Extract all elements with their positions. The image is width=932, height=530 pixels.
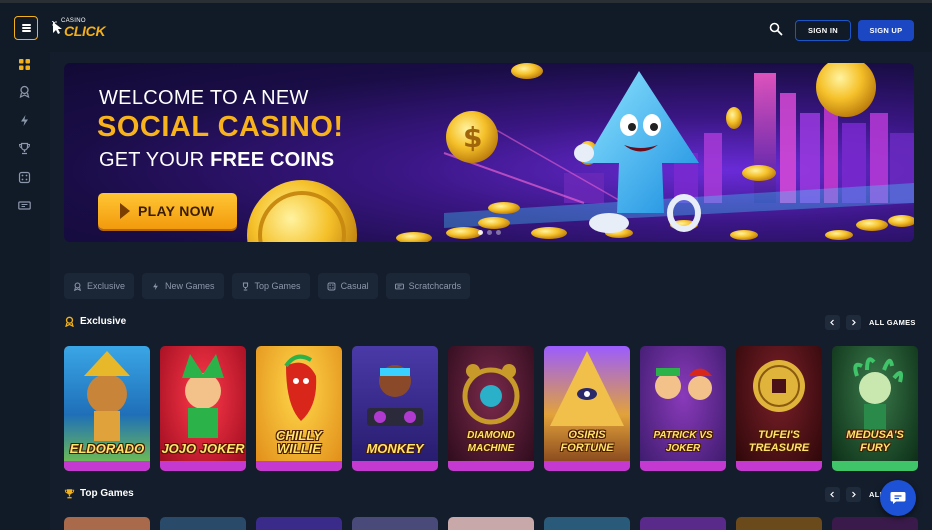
trophy-icon bbox=[242, 282, 248, 290]
game-title: CHILLY WILLIE bbox=[276, 428, 322, 456]
play-now-label: PLAY NOW bbox=[138, 203, 215, 219]
carousel-dot[interactable] bbox=[478, 230, 483, 235]
game-title: MEDUSA'S FURY bbox=[846, 429, 904, 454]
trophy-icon bbox=[64, 489, 75, 499]
chevron-left-icon bbox=[830, 319, 834, 326]
game-tile-diamond-machine[interactable]: DIAMOND MACHINE bbox=[448, 346, 534, 471]
filter-exclusive[interactable]: Exclusive bbox=[64, 273, 135, 299]
exclusive-games-row: ELDORADO JOJO JOKER CHILLY WILLIE MONKEY… bbox=[64, 346, 918, 471]
game-title: MONKEY bbox=[366, 441, 424, 456]
ticket-icon[interactable] bbox=[18, 199, 31, 212]
carousel-dots bbox=[478, 230, 501, 235]
prev-button[interactable] bbox=[825, 315, 840, 330]
play-now-button[interactable]: PLAY NOW bbox=[98, 193, 237, 229]
menu-button[interactable] bbox=[14, 16, 38, 40]
game-tile[interactable] bbox=[160, 517, 246, 530]
carousel-dot[interactable] bbox=[496, 230, 501, 235]
lightning-icon[interactable] bbox=[18, 114, 31, 127]
search-icon[interactable] bbox=[769, 22, 783, 36]
game-tile-medusas-fury[interactable]: MEDUSA'S FURY bbox=[832, 346, 918, 471]
game-tile[interactable] bbox=[352, 517, 438, 530]
play-icon bbox=[120, 203, 130, 219]
lightning-icon bbox=[153, 282, 158, 290]
section-title: Top Games bbox=[80, 488, 134, 499]
hero-line-1: WELCOME TO A NEW bbox=[99, 87, 309, 109]
sidebar bbox=[0, 52, 50, 530]
hero-line-3-bold: FREE COINS bbox=[210, 149, 335, 171]
dice-icon[interactable] bbox=[18, 171, 31, 184]
carousel-dot[interactable] bbox=[487, 230, 492, 235]
game-title: ELDORADO bbox=[69, 441, 145, 456]
game-tile-patrick-vs-joker[interactable]: PATRICK VS JOKER bbox=[640, 346, 726, 471]
game-title: JOJO JOKER bbox=[161, 441, 245, 456]
filter-top-games[interactable]: Top Games bbox=[231, 273, 310, 299]
svg-text:$: $ bbox=[463, 121, 482, 154]
hero-line-2: SOCIAL CASINO! bbox=[97, 111, 344, 143]
chevron-right-icon bbox=[852, 491, 856, 498]
hero-banner[interactable]: $ WELCOME TO A NEW SOCIAL CASINO! GET YO… bbox=[64, 63, 914, 242]
filter-label: New Games bbox=[165, 281, 215, 291]
game-tile-osiris-fortune[interactable]: OSIRIS FORTUNE bbox=[544, 346, 630, 471]
filter-casual[interactable]: Casual bbox=[317, 273, 378, 299]
grid-icon[interactable] bbox=[18, 58, 31, 71]
top-bar: CASINO CLICK SIGN IN SIGN UP bbox=[0, 0, 932, 52]
top-games-carousel-controls bbox=[825, 487, 861, 502]
exclusive-icon[interactable] bbox=[18, 85, 31, 98]
section-top-games-header: Top Games bbox=[64, 488, 134, 499]
exclusive-carousel-controls bbox=[825, 315, 861, 330]
hamburger-icon bbox=[21, 24, 31, 32]
section-exclusive-header: Exclusive bbox=[64, 316, 126, 327]
prev-button[interactable] bbox=[825, 487, 840, 502]
exclusive-icon bbox=[74, 282, 81, 291]
logo[interactable]: CASINO CLICK bbox=[50, 18, 112, 40]
ticket-icon bbox=[394, 283, 404, 289]
hero-line-3-prefix: GET YOUR bbox=[99, 149, 211, 171]
game-tile-jojo-joker[interactable]: JOJO JOKER bbox=[160, 346, 246, 471]
sign-up-button[interactable]: SIGN UP bbox=[858, 20, 914, 41]
game-tile-chilly-willie[interactable]: CHILLY WILLIE bbox=[256, 346, 342, 471]
chevron-left-icon bbox=[830, 491, 834, 498]
game-title: DIAMOND MACHINE bbox=[467, 430, 515, 454]
filter-label: Exclusive bbox=[87, 281, 126, 291]
category-filters: Exclusive New Games Top Games Casual Scr… bbox=[64, 273, 471, 299]
game-title: TUFEI'S TREASURE bbox=[748, 429, 810, 454]
next-button[interactable] bbox=[846, 315, 861, 330]
hero-line-3: GET YOUR FREE COINS bbox=[99, 149, 334, 172]
trophy-icon[interactable] bbox=[18, 142, 31, 155]
chevron-right-icon bbox=[852, 319, 856, 326]
chat-button[interactable] bbox=[880, 480, 916, 516]
dice-icon bbox=[327, 282, 336, 290]
filter-new-games[interactable]: New Games bbox=[142, 273, 224, 299]
game-tile[interactable] bbox=[256, 517, 342, 530]
filter-label: Casual bbox=[340, 281, 369, 291]
filter-label: Scratchcards bbox=[408, 281, 462, 291]
game-tile-eldorado[interactable]: ELDORADO bbox=[64, 346, 150, 471]
next-button[interactable] bbox=[846, 487, 861, 502]
game-tile[interactable] bbox=[736, 517, 822, 530]
game-title: PATRICK VS JOKER bbox=[653, 430, 713, 454]
game-tile-monkey[interactable]: MONKEY bbox=[352, 346, 438, 471]
game-tile[interactable] bbox=[544, 517, 630, 530]
sign-in-button[interactable]: SIGN IN bbox=[795, 20, 851, 41]
game-tile-tufeis-treasure[interactable]: TUFEI'S TREASURE bbox=[736, 346, 822, 471]
chat-icon bbox=[890, 492, 906, 504]
logo-big-text: CLICK bbox=[64, 23, 106, 39]
filter-scratchcards[interactable]: Scratchcards bbox=[385, 273, 471, 299]
game-tile[interactable] bbox=[640, 517, 726, 530]
game-title: OSIRIS FORTUNE bbox=[560, 429, 614, 454]
filter-label: Top Games bbox=[254, 281, 301, 291]
top-games-row bbox=[64, 517, 918, 530]
section-title: Exclusive bbox=[80, 316, 127, 327]
game-tile[interactable] bbox=[832, 517, 918, 530]
game-tile[interactable] bbox=[64, 517, 150, 530]
exclusive-icon bbox=[65, 316, 74, 327]
all-games-link[interactable]: ALL GAMES bbox=[869, 318, 916, 327]
game-tile[interactable] bbox=[448, 517, 534, 530]
